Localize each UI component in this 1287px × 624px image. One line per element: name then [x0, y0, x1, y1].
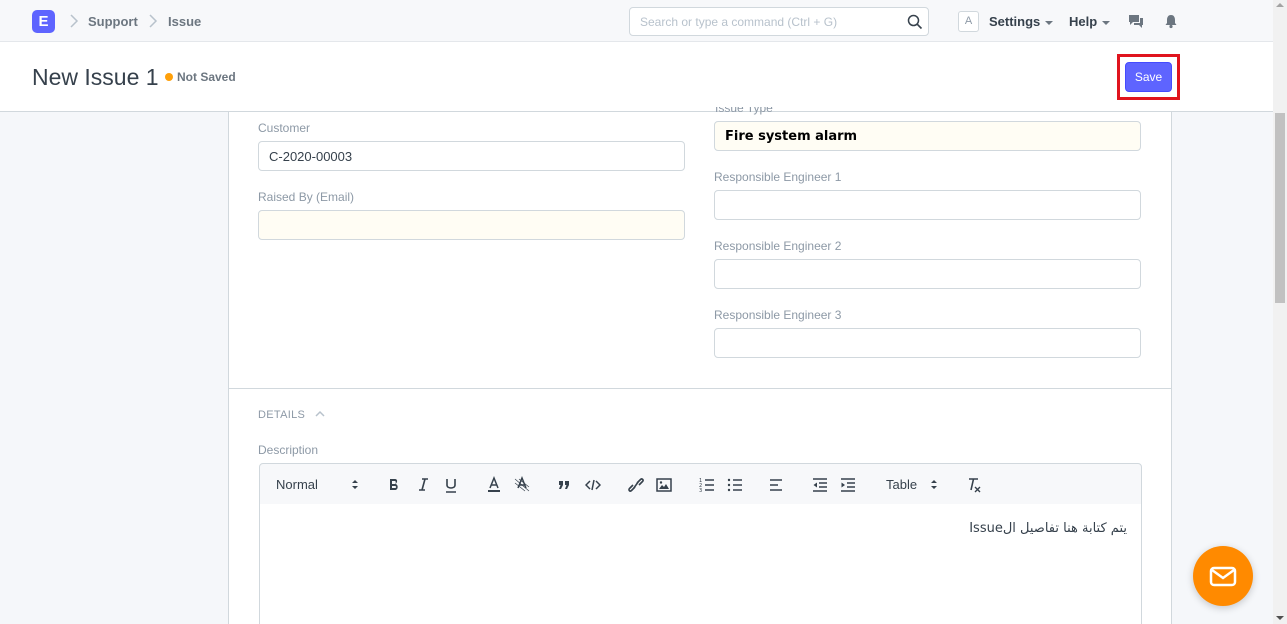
chat-icon[interactable]: [1128, 13, 1144, 29]
description-editor[interactable]: يتم كتابة هنا تفاصيل الIssue: [259, 504, 1142, 624]
issue-type-label: Issue Type: [715, 107, 773, 115]
align-button[interactable]: [769, 476, 785, 494]
format-select-value: Normal: [276, 477, 318, 492]
bullet-list-icon: [727, 478, 742, 492]
raised-by-email-field[interactable]: [258, 210, 685, 240]
awesome-bar: [629, 7, 929, 36]
navbar: E Support Issue A Settings Help: [0, 0, 1273, 42]
table-select[interactable]: Table: [886, 477, 944, 495]
form-layout: Customer Raised By (Email) Issue Type Re…: [228, 107, 1172, 624]
bell-icon[interactable]: [1163, 13, 1179, 29]
indent-icon: [841, 478, 855, 492]
bold-icon: [390, 479, 398, 490]
section-divider: [229, 388, 1171, 389]
mail-icon: [1209, 566, 1237, 587]
clear-format-icon: [969, 478, 981, 493]
underline-button[interactable]: [444, 476, 458, 494]
italic-icon: [419, 478, 428, 491]
outdent-button[interactable]: [812, 476, 828, 494]
scroll-thumb[interactable]: [1275, 113, 1285, 303]
user-avatar[interactable]: A: [958, 11, 979, 32]
select-arrows-icon: [931, 480, 937, 489]
engineer3-field[interactable]: [714, 328, 1141, 358]
engineer2-field[interactable]: [714, 259, 1141, 289]
settings-label: Settings: [989, 14, 1041, 29]
bullet-list-button[interactable]: [727, 476, 743, 494]
status-dot: [165, 73, 173, 81]
indent-button[interactable]: [840, 476, 856, 494]
background-color-icon: [514, 476, 530, 492]
help-label: Help: [1069, 14, 1098, 29]
customer-label: Customer: [258, 121, 311, 135]
engineer2-label: Responsible Engineer 2: [714, 239, 842, 253]
issue-type-label-clip: Issue Type: [715, 107, 835, 116]
customer-field[interactable]: [258, 141, 685, 171]
breadcrumb-chevron-icon: [149, 14, 158, 28]
underline-icon: [446, 479, 456, 493]
bold-button[interactable]: [387, 476, 401, 494]
engineer1-field[interactable]: [714, 190, 1141, 220]
breadcrumb-issue[interactable]: Issue: [168, 14, 201, 29]
issue-type-field[interactable]: [714, 121, 1141, 151]
table-select-value: Table: [886, 477, 918, 492]
raised-by-label: Raised By (Email): [258, 190, 355, 204]
settings-dropdown[interactable]: Settings: [989, 14, 1054, 29]
breadcrumb-chevron-icon: [70, 14, 79, 28]
page-scrollbar[interactable]: [1273, 0, 1287, 624]
quote-icon: [559, 481, 569, 489]
app-logo[interactable]: E: [32, 10, 55, 33]
details-section-head[interactable]: DETAILS: [258, 409, 305, 421]
scroll-down-arrow-icon[interactable]: [1276, 616, 1284, 620]
search-input[interactable]: [630, 8, 898, 35]
select-arrows-icon: [352, 480, 358, 489]
text-color-icon: [488, 476, 500, 492]
chevron-up-icon[interactable]: [314, 408, 326, 420]
page-head: New Issue 1 Not Saved Save: [0, 42, 1273, 112]
svg-text:3: 3: [699, 488, 702, 494]
chat-launcher-button[interactable]: [1193, 546, 1253, 606]
ordered-list-icon: 123: [699, 478, 714, 494]
description-label: Description: [258, 443, 319, 457]
background-color-button[interactable]: [514, 476, 530, 494]
format-select[interactable]: Normal: [276, 477, 362, 495]
caret-down-icon: [1045, 20, 1054, 25]
description-text: يتم كتابة هنا تفاصيل الIssue: [969, 521, 1127, 536]
clear-format-button[interactable]: [966, 476, 982, 494]
link-button[interactable]: [628, 476, 644, 494]
help-dropdown[interactable]: Help: [1069, 14, 1111, 29]
italic-button[interactable]: [416, 476, 430, 494]
caret-down-icon: [1102, 20, 1111, 25]
code-icon: [585, 479, 601, 491]
align-left-icon: [770, 479, 782, 491]
status-badge: Not Saved: [177, 70, 236, 84]
image-button[interactable]: [656, 476, 672, 494]
code-block-button[interactable]: [585, 476, 601, 494]
editor-toolbar: Normal 123 Table: [259, 463, 1142, 505]
blockquote-button[interactable]: [557, 476, 571, 494]
search-icon[interactable]: [907, 14, 923, 30]
page-title: New Issue 1: [32, 64, 159, 90]
link-icon: [628, 478, 644, 492]
breadcrumb-support[interactable]: Support: [88, 14, 138, 29]
text-color-button[interactable]: [486, 476, 502, 494]
image-icon: [656, 478, 672, 492]
ordered-list-button[interactable]: 123: [699, 476, 715, 494]
scroll-up-arrow-icon[interactable]: [1276, 3, 1284, 7]
engineer1-label: Responsible Engineer 1: [714, 170, 842, 184]
engineer3-label: Responsible Engineer 3: [714, 308, 842, 322]
save-button[interactable]: Save: [1125, 62, 1172, 92]
outdent-icon: [813, 478, 827, 492]
